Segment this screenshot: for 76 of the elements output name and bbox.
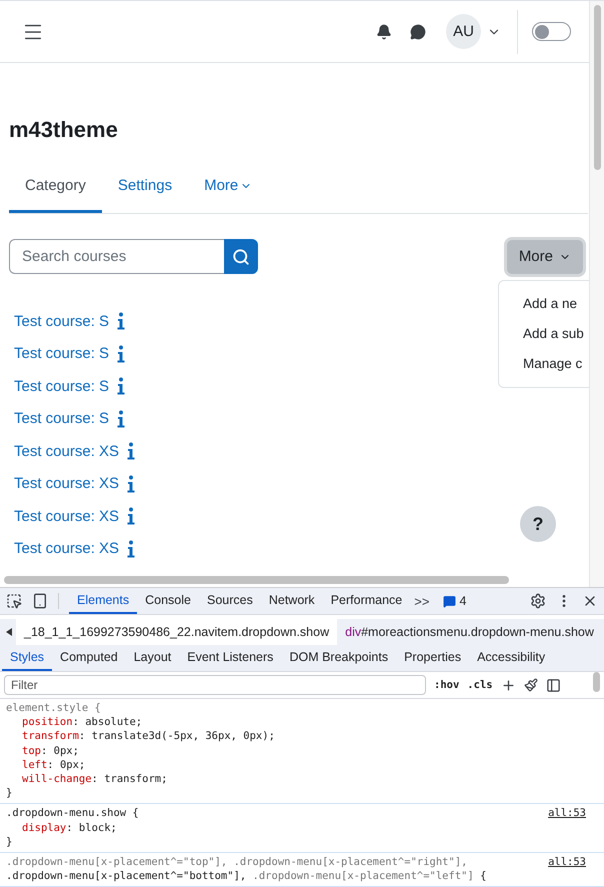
course-link[interactable]: Test course: XS — [14, 540, 120, 558]
course-link[interactable]: Test course: XS — [14, 475, 120, 492]
messages-badge[interactable]: 4 — [443, 594, 466, 608]
css-declaration: display: block; — [21, 820, 118, 835]
scrollbar-thumb[interactable] — [593, 672, 600, 692]
devtools-tab[interactable]: Sources — [198, 588, 261, 614]
info-icon[interactable] — [127, 442, 136, 460]
menu-item[interactable]: Add a ne — [499, 289, 589, 319]
course-link[interactable]: Test course: S — [14, 312, 110, 330]
vertical-scrollbar[interactable] — [594, 5, 600, 170]
sidebar-toggle-icon[interactable] — [546, 678, 561, 692]
breadcrumb[interactable]: _18_1_1_1699273590486_22.navitem.dropdown.show — [16, 619, 338, 645]
filter-field[interactable]: Filter — [4, 675, 426, 695]
css-declaration: top: 0px; — [21, 744, 80, 758]
css-declaration: will-change: transform; — [21, 772, 168, 786]
breadcrumb[interactable]: div#moreactionsmenu.dropdown-menu.show — [337, 619, 602, 645]
panel-tab[interactable]: DOM Breakpoints — [281, 645, 396, 671]
more-button[interactable]: More — [506, 240, 583, 274]
device-toolbar-icon[interactable] — [32, 593, 48, 609]
panel-tab[interactable]: Properties — [396, 645, 470, 671]
settings-icon[interactable] — [530, 593, 546, 609]
chat-bubble-icon[interactable] — [410, 24, 426, 40]
panel-tab[interactable]: Accessibility — [469, 645, 554, 671]
panel-tab[interactable]: Event Listeners — [179, 645, 282, 671]
css-selector: .dropdown-menu[x-placement^="bottom"], — [6, 870, 246, 882]
toggle-switch[interactable] — [532, 22, 571, 41]
info-icon[interactable] — [117, 312, 126, 330]
bell-icon[interactable] — [376, 24, 392, 40]
css-declaration: position: absolute; — [21, 715, 144, 730]
source-link[interactable]: all:53 — [548, 855, 586, 870]
course-link[interactable]: Test course: S — [14, 378, 110, 395]
nav-tab[interactable]: Settings — [102, 163, 188, 213]
class-toggle[interactable]: .cls — [467, 679, 493, 691]
source-link[interactable]: all:53 — [548, 806, 586, 821]
css-selector: element.style { — [6, 702, 101, 714]
course-link[interactable]: Test course: S — [14, 345, 110, 362]
devtools-tab[interactable]: Performance — [322, 588, 410, 614]
css-declaration: transform: translate3d(-5px, 36px, 0px); — [21, 729, 276, 744]
page-title: m43theme — [9, 117, 119, 143]
menu-item[interactable]: Manage c — [499, 349, 589, 379]
devtools-tab[interactable]: Network — [260, 588, 323, 614]
css-selector: .dropdown-menu[x-placement^="left"] — [252, 870, 474, 882]
info-icon[interactable] — [117, 377, 126, 396]
css-selector: .dropdown-menu[x-placement^="top"], .dropdown-menu[x-placement^="right"], — [6, 856, 468, 868]
panel-tab[interactable]: Computed — [52, 645, 126, 671]
paint-brush-icon[interactable] — [524, 678, 538, 692]
css-selector: .dropdown-menu.show { — [6, 807, 139, 820]
info-icon[interactable] — [117, 344, 126, 363]
plus-icon[interactable] — [500, 678, 516, 692]
devtools-tab[interactable]: Elements — [69, 588, 138, 614]
info-icon[interactable] — [117, 410, 126, 428]
help-button[interactable]: ? — [520, 506, 556, 542]
closing-brace: } — [6, 836, 12, 848]
closing-brace: } — [6, 787, 12, 800]
search-icon — [232, 248, 250, 266]
info-icon[interactable] — [127, 540, 136, 558]
panel-tab[interactable]: Layout — [126, 645, 180, 671]
more-tabs-button[interactable]: >> — [414, 594, 430, 608]
nav-tab[interactable]: Category — [9, 163, 102, 213]
search-button[interactable] — [224, 239, 258, 274]
search-field[interactable]: Search courses — [9, 239, 224, 274]
css-selector: { — [479, 870, 486, 882]
panel-tab[interactable]: Styles — [2, 645, 52, 671]
inspect-element-icon[interactable] — [6, 593, 22, 609]
devtools-tab[interactable]: Console — [137, 588, 199, 614]
hover-state-toggle[interactable]: :hov — [434, 679, 460, 691]
info-icon[interactable] — [127, 474, 136, 493]
course-link[interactable]: Test course: S — [14, 410, 110, 428]
menu-item[interactable]: Add a sub — [499, 319, 589, 349]
nav-tab[interactable]: More — [188, 163, 268, 213]
info-icon[interactable] — [127, 507, 136, 526]
course-link[interactable]: Test course: XS — [14, 442, 120, 460]
css-declaration: left: 0px; — [21, 758, 86, 772]
course-link[interactable]: Test course: XS — [14, 508, 120, 525]
user-avatar[interactable]: AU — [446, 14, 481, 49]
horizontal-scrollbar[interactable] — [4, 576, 509, 584]
